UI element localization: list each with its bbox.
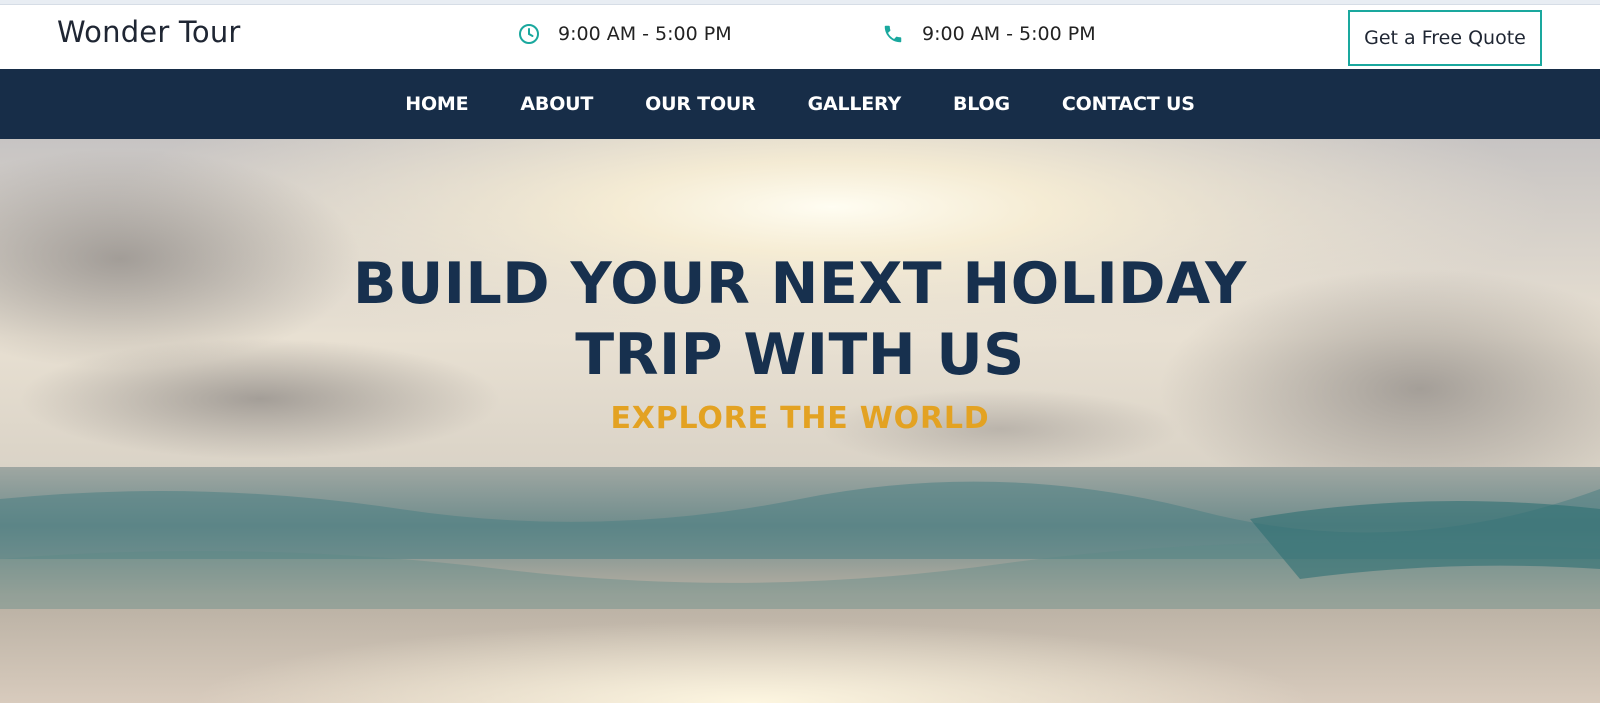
nav-item-about[interactable]: ABOUT [520,93,593,115]
nav-item-gallery[interactable]: GALLERY [808,93,902,115]
nav-item-blog[interactable]: BLOG [953,93,1010,115]
phone-hours-text: 9:00 AM - 5:00 PM [922,23,1096,45]
main-navigation: HOME ABOUT OUR TOUR GALLERY BLOG CONTACT… [0,69,1600,139]
brand-logo[interactable]: Wonder Tour [57,15,241,49]
top-header: Wonder Tour 9:00 AM - 5:00 PM 9:00 AM - … [0,5,1600,69]
get-free-quote-button[interactable]: Get a Free Quote [1348,10,1542,66]
phone-hours: 9:00 AM - 5:00 PM [882,23,1096,45]
nav-item-contact-us[interactable]: CONTACT US [1062,93,1195,115]
hero-subtitle: EXPLORE THE WORLD [610,401,990,436]
clock-icon [518,23,540,45]
hero-title-line-2: TRIP WITH US [575,322,1025,388]
hero-title-line-1: BUILD YOUR NEXT HOLIDAY [353,251,1247,317]
hero-banner: BUILD YOUR NEXT HOLIDAY TRIP WITH US EXP… [0,139,1600,703]
phone-icon [882,23,904,45]
hero-title: BUILD YOUR NEXT HOLIDAY TRIP WITH US [0,249,1600,391]
opening-hours: 9:00 AM - 5:00 PM [518,23,732,45]
nav-item-our-tour[interactable]: OUR TOUR [645,93,756,115]
nav-item-home[interactable]: HOME [405,93,468,115]
opening-hours-text: 9:00 AM - 5:00 PM [558,23,732,45]
